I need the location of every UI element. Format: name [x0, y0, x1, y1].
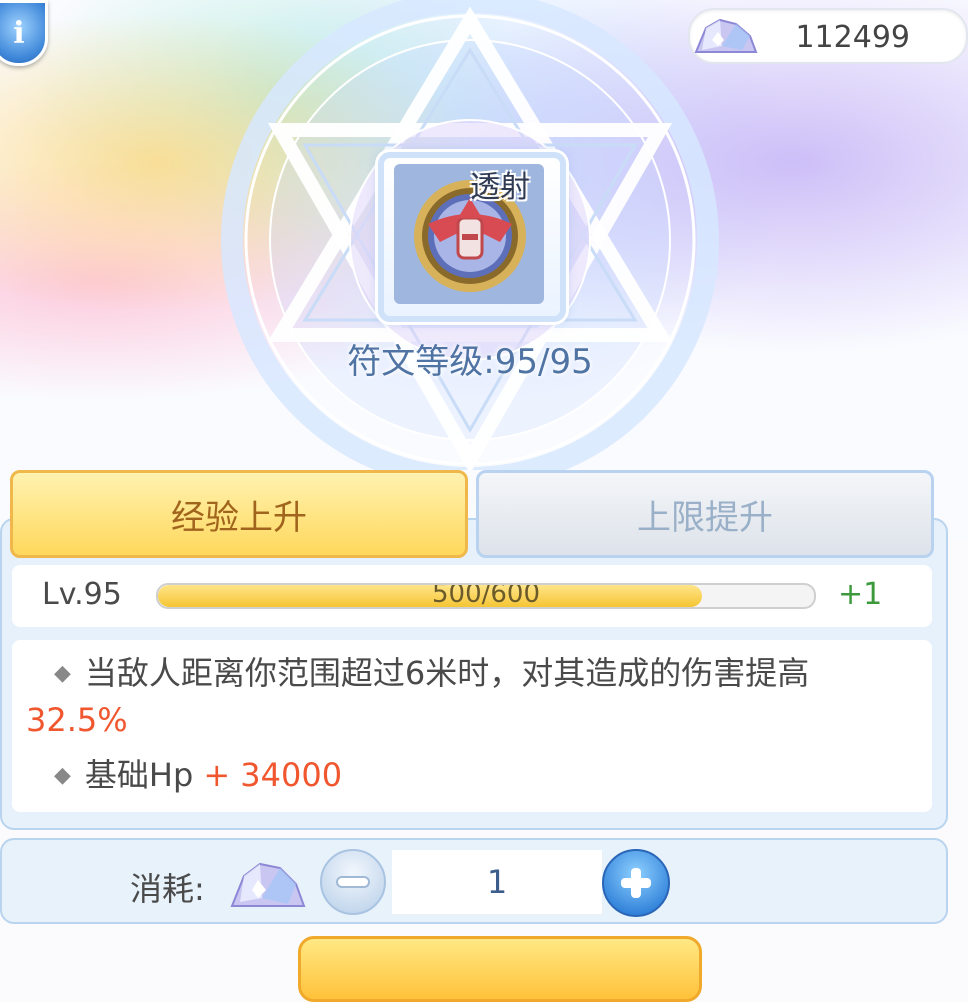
rune-level: 符文等级:95/95: [347, 342, 593, 382]
effect-item: ◆ 基础Hp + 34000: [26, 752, 342, 799]
effect-item: ◆ 当敌人距离你范围超过6米时，对其造成的伤害提高 32.5%: [26, 650, 906, 743]
upgrade-button[interactable]: [298, 936, 702, 1002]
info-button[interactable]: i: [0, 0, 48, 66]
currency-amount: 112499: [795, 20, 910, 55]
diamond-bullet-icon: ◆: [54, 763, 71, 788]
crystal-icon: [694, 18, 758, 53]
effect-value: + 34000: [203, 756, 343, 794]
diamond-bullet-icon: ◆: [54, 661, 71, 686]
effect-list: ◆ 当敌人距离你范围超过6米时，对其造成的伤害提高 32.5% ◆ 基础Hp + 340…: [12, 640, 932, 812]
increase-button[interactable]: [602, 849, 670, 917]
cost-label: 消耗:: [130, 870, 205, 908]
tab-exp-up[interactable]: 经验上升: [10, 470, 468, 558]
level-row: Lv.95 500/600 +1: [12, 565, 932, 627]
decrease-button[interactable]: [320, 849, 386, 915]
effect-value: 32.5%: [26, 701, 128, 739]
cost-row: 消耗: 1: [0, 838, 948, 924]
minus-icon: [338, 878, 368, 886]
level-gain: +1: [838, 577, 883, 612]
tab-cap-up[interactable]: 上限提升: [476, 470, 934, 558]
info-icon: i: [13, 15, 25, 51]
exp-progress-bar: 500/600: [156, 583, 816, 609]
exp-progress-text: 500/600: [431, 583, 540, 609]
quantity-field[interactable]: 1: [392, 850, 602, 914]
currency-display: 112499: [688, 8, 968, 64]
crystal-icon: [230, 862, 306, 907]
level-label: Lv.95: [42, 577, 122, 612]
rune-name: 透射: [470, 170, 530, 205]
effect-text: 基础Hp: [84, 756, 194, 794]
effect-text: 当敌人距离你范围超过6米时，对其造成的伤害提高: [84, 654, 810, 692]
